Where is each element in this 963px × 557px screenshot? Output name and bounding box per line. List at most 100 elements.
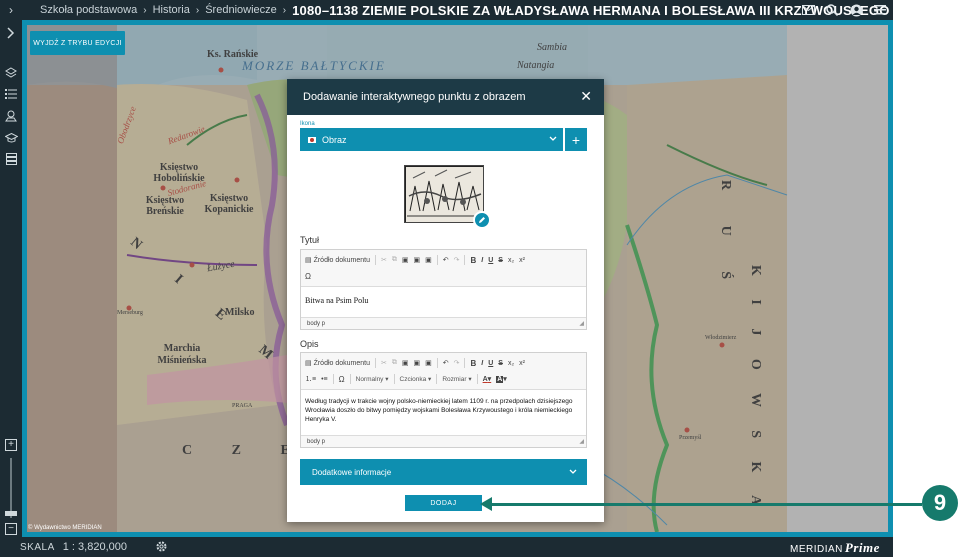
text-color-button[interactable]: A▾ bbox=[483, 375, 492, 383]
battle-image-thumbnail[interactable] bbox=[404, 165, 484, 223]
title-editor-content[interactable]: Bitwa na Psim Polu bbox=[301, 287, 586, 311]
cut-icon[interactable]: ✂ bbox=[381, 256, 387, 264]
copyright-note: © Wydawnictwo MERIDIAN bbox=[28, 525, 102, 531]
subscript-button[interactable]: x₂ bbox=[508, 257, 514, 264]
top-bar: › Szkoła podstawowa › Historia › Średnio… bbox=[0, 0, 893, 20]
superscript-button[interactable]: x² bbox=[519, 257, 525, 264]
image-marker-icon bbox=[308, 136, 316, 143]
meridian-prime-logo: MERIDIAN Prime bbox=[790, 540, 880, 556]
italic-button[interactable]: I bbox=[481, 360, 483, 367]
size-select[interactable]: Rozmiar ▾ bbox=[442, 375, 471, 383]
superscript-button[interactable]: x² bbox=[519, 360, 525, 367]
title-editor: ▤ Źródło dokumentu ✂ ⧉ ▣ ▣ ▣ ↶ ↷ B I U S… bbox=[300, 249, 587, 330]
callout-arrow-line bbox=[486, 503, 922, 506]
bulleted-list-icon[interactable]: •≡ bbox=[321, 376, 328, 383]
paste-word-icon[interactable]: ▣ bbox=[425, 359, 432, 367]
logo-prime: Prime bbox=[844, 540, 880, 555]
mail-icon[interactable] bbox=[801, 3, 815, 17]
format-select-value: Normalny bbox=[355, 376, 384, 383]
title-field-label: Tytuł bbox=[300, 235, 320, 245]
omega-special-char-button[interactable]: Ω bbox=[305, 272, 311, 281]
additional-info-accordion[interactable]: Dodatkowe informacje bbox=[300, 459, 587, 485]
bold-button[interactable]: B bbox=[470, 256, 476, 265]
redo-icon[interactable]: ↷ bbox=[454, 256, 460, 264]
map-application: › Szkoła podstawowa › Historia › Średnio… bbox=[0, 0, 893, 557]
list-icon[interactable] bbox=[3, 86, 19, 102]
logo-text: MERIDIAN bbox=[790, 544, 843, 555]
zoom-in-button[interactable]: + bbox=[5, 439, 17, 451]
dialog-header: Dodawanie interaktywnego punktu z obraze… bbox=[287, 79, 604, 115]
underline-button[interactable]: U bbox=[488, 257, 493, 264]
toolbar-divider bbox=[436, 358, 438, 368]
icon-field-label: Ikona bbox=[300, 121, 315, 127]
toolbar-divider bbox=[464, 255, 466, 265]
omega-special-char-button[interactable]: Ω bbox=[339, 375, 345, 384]
search-icon[interactable] bbox=[825, 3, 839, 17]
layers-icon[interactable] bbox=[3, 65, 19, 81]
resize-handle-icon[interactable]: ◢ bbox=[579, 320, 584, 327]
breadcrumb-period[interactable]: Średniowiecze bbox=[205, 4, 277, 16]
paste-text-icon[interactable]: ▣ bbox=[413, 359, 420, 367]
database-icon[interactable] bbox=[3, 151, 19, 167]
toolbar-row: ▤ Źródło dokumentu ✂ ⧉ ▣ ▣ ▣ ↶ ↷ B I U S… bbox=[305, 355, 582, 371]
copy-icon[interactable]: ⧉ bbox=[392, 359, 397, 367]
size-select-value: Rozmiar bbox=[442, 376, 467, 383]
background-color-button[interactable]: A▾ bbox=[496, 375, 507, 383]
bottom-bar: SKALA 1 : 3,820,000 bbox=[0, 537, 893, 557]
page-title: 1080–1138 ZIEMIE POLSKIE ZA WŁADYSŁAWA H… bbox=[292, 2, 890, 18]
close-icon[interactable]: ✕ bbox=[580, 89, 592, 103]
format-select[interactable]: Normalny ▾ bbox=[356, 375, 389, 383]
graduation-cap-icon[interactable] bbox=[3, 130, 19, 146]
breadcrumb-separator: › bbox=[195, 4, 200, 16]
icon-select[interactable]: Obraz bbox=[300, 128, 563, 151]
source-button[interactable]: ▤ Źródło dokumentu bbox=[305, 359, 370, 367]
underline-button[interactable]: U bbox=[488, 360, 493, 367]
edit-pencil-icon[interactable] bbox=[473, 211, 491, 229]
copy-icon[interactable]: ⧉ bbox=[392, 256, 397, 264]
subscript-button[interactable]: x₂ bbox=[508, 360, 514, 367]
breadcrumb: Szkoła podstawowa › Historia › Średniowi… bbox=[40, 3, 890, 18]
source-button[interactable]: ▤ Źródło dokumentu bbox=[305, 256, 370, 264]
expand-sidebar-icon[interactable]: › bbox=[0, 0, 22, 20]
title-editor-status: body p ◢ bbox=[301, 317, 586, 329]
paste-text-icon[interactable]: ▣ bbox=[413, 256, 420, 264]
zoom-slider-track[interactable] bbox=[10, 458, 12, 518]
breadcrumb-separator: › bbox=[282, 4, 287, 16]
exit-edit-mode-button[interactable]: WYJDŹ Z TRYBU EDYCJI bbox=[30, 31, 125, 55]
paste-icon[interactable]: ▣ bbox=[402, 359, 409, 367]
description-editor-status: body p ◢ bbox=[301, 435, 586, 447]
add-icon-button[interactable]: + bbox=[565, 128, 587, 151]
undo-icon[interactable]: ↶ bbox=[443, 256, 449, 264]
strikethrough-button[interactable]: S bbox=[498, 360, 503, 367]
strikethrough-button[interactable]: S bbox=[498, 257, 503, 264]
map-pin-icon[interactable] bbox=[3, 108, 19, 124]
italic-button[interactable]: I bbox=[481, 257, 483, 264]
breadcrumb-subject[interactable]: Historia bbox=[153, 4, 190, 16]
text-color-glyph: A bbox=[482, 376, 488, 383]
bold-button[interactable]: B bbox=[470, 359, 476, 368]
resize-handle-icon[interactable]: ◢ bbox=[579, 438, 584, 445]
scale-label: SKALA bbox=[20, 541, 55, 553]
paste-icon[interactable]: ▣ bbox=[402, 256, 409, 264]
redo-icon[interactable]: ↷ bbox=[454, 359, 460, 367]
source-label: Źródło dokumentu bbox=[313, 360, 370, 367]
hamburger-icon[interactable] bbox=[873, 3, 887, 17]
settings-gear-icon[interactable] bbox=[154, 540, 168, 554]
expand-panel-icon[interactable] bbox=[3, 25, 19, 41]
zoom-out-button[interactable]: − bbox=[5, 523, 17, 535]
zoom-slider-thumb[interactable] bbox=[5, 511, 17, 516]
undo-icon[interactable]: ↶ bbox=[443, 359, 449, 367]
breadcrumb-school[interactable]: Szkoła podstawowa bbox=[40, 4, 137, 16]
font-select[interactable]: Czcionka ▾ bbox=[400, 375, 432, 383]
source-label: Źródło dokumentu bbox=[313, 257, 370, 264]
numbered-list-icon[interactable]: ⒈≡ bbox=[305, 374, 316, 384]
user-icon[interactable] bbox=[849, 3, 863, 17]
description-editor-content[interactable]: Według tradycji w trakcie wojny polsko-n… bbox=[301, 390, 586, 430]
toolbar-divider bbox=[436, 374, 438, 384]
paste-word-icon[interactable]: ▣ bbox=[425, 256, 432, 264]
cut-icon[interactable]: ✂ bbox=[381, 359, 387, 367]
scale-value: 1 : 3,820,000 bbox=[62, 541, 127, 553]
description-field-label: Opis bbox=[300, 339, 319, 349]
add-button[interactable]: DODAJ bbox=[405, 495, 482, 511]
toolbar-divider bbox=[476, 374, 478, 384]
